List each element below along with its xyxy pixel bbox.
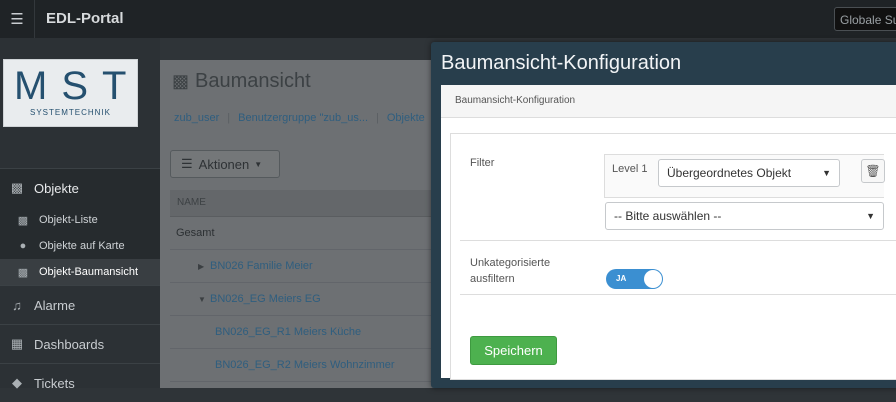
bell-icon: ♫ — [12, 297, 22, 313]
ticket-icon: ◆ — [12, 375, 22, 390]
add-level-select[interactable]: -- Bitte auswählen -- ▼ — [605, 202, 884, 230]
save-button[interactable]: Speichern — [470, 336, 557, 365]
sidebar-item-alarme[interactable]: ♫ Alarme — [0, 285, 160, 324]
level-label: Level 1 — [612, 163, 648, 175]
actions-button[interactable]: ☰ Aktionen ▼ — [170, 150, 280, 178]
breadcrumb-objekte[interactable]: Objekte — [387, 112, 425, 124]
level-1-select[interactable]: Übergeordnetes Objekt ▼ — [658, 159, 840, 187]
expand-arrow-icon[interactable]: ▶ — [198, 251, 210, 283]
divider — [460, 294, 896, 295]
list-icon: ☰ — [181, 156, 193, 171]
chevron-down-icon: ▼ — [866, 211, 875, 221]
uncategorized-label: Unkategorisierte ausfiltern — [470, 257, 551, 285]
building-icon: ▩ — [10, 180, 24, 195]
uncategorized-toggle[interactable]: JA — [606, 269, 663, 289]
building-icon: ▩ — [17, 266, 29, 279]
toggle-knob — [644, 270, 662, 288]
table-row[interactable]: BN026_EG_R2 Meiers Wohnzimmer — [170, 349, 440, 382]
global-search-input[interactable]: Globale Suche — [834, 7, 896, 31]
table-row[interactable]: ▶ BN026 Familie Meier — [170, 250, 440, 283]
table-row[interactable]: ▼ BN026_EG Meiers EG — [170, 283, 440, 316]
trash-icon[interactable]: 🗑 — [861, 159, 885, 183]
caret-down-icon: ▼ — [254, 159, 263, 169]
config-modal: Baumansicht-Konfiguration Baumansicht-Ko… — [431, 42, 896, 388]
chevron-down-icon: ▼ — [822, 168, 831, 178]
modal-title: Baumansicht-Konfiguration — [441, 52, 682, 74]
breadcrumb-group[interactable]: Benutzergruppe "zub_us... — [238, 112, 368, 124]
page-title: ▩ Baumansicht — [172, 70, 311, 92]
hamburger-icon[interactable]: ☰ — [0, 0, 35, 38]
sidebar-item-objekte-auf-karte[interactable]: ● Objekte auf Karte — [0, 233, 160, 259]
sidebar-item-dashboards[interactable]: ▦ Dashboards — [0, 324, 160, 363]
tree-table: NAME Gesamt ▶ BN026 Familie Meier ▼ BN026_… — [170, 190, 440, 382]
dashboard-icon: ▦ — [10, 336, 24, 351]
modal-body: Baumansicht-Konfiguration Filter Level 1… — [441, 85, 896, 380]
app-brand[interactable]: EDL-Portal — [46, 10, 124, 27]
config-form: Filter Level 1 Übergeordnetes Objekt ▼ 🗑… — [450, 133, 896, 380]
table-row[interactable]: BN026_EG_R1 Meiers Küche — [170, 316, 440, 349]
breadcrumb-user[interactable]: zub_user — [174, 112, 219, 124]
building-icon: ▩ — [172, 71, 190, 91]
top-bar: ☰ EDL-Portal Globale Suche — [0, 0, 896, 38]
sidebar-item-tickets[interactable]: ◆ Tickets — [0, 363, 160, 402]
sidebar-item-objekt-baumansicht[interactable]: ▩ Objekt-Baumansicht — [0, 259, 160, 285]
table-row[interactable]: Gesamt — [170, 217, 440, 250]
breadcrumb: zub_user | Benutzergruppe "zub_us... | Objek… — [174, 112, 425, 124]
divider — [460, 240, 896, 241]
collapse-arrow-icon[interactable]: ▼ — [198, 284, 210, 316]
building-icon: ▩ — [17, 214, 29, 227]
company-logo: MST SYSTEMTECHNIK — [3, 59, 138, 127]
filter-label: Filter — [470, 157, 495, 169]
globe-icon: ● — [19, 240, 27, 252]
sidebar-item-objekt-liste[interactable]: ▩ Objekt-Liste — [0, 207, 160, 233]
sidebar-item-objekte[interactable]: ▩ Objekte — [0, 168, 160, 207]
column-header-name[interactable]: NAME — [170, 190, 440, 217]
modal-subheader: Baumansicht-Konfiguration — [441, 85, 896, 118]
sidebar: MST SYSTEMTECHNIK ▩ Objekte ▩ Objekt-Lis… — [0, 38, 160, 391]
